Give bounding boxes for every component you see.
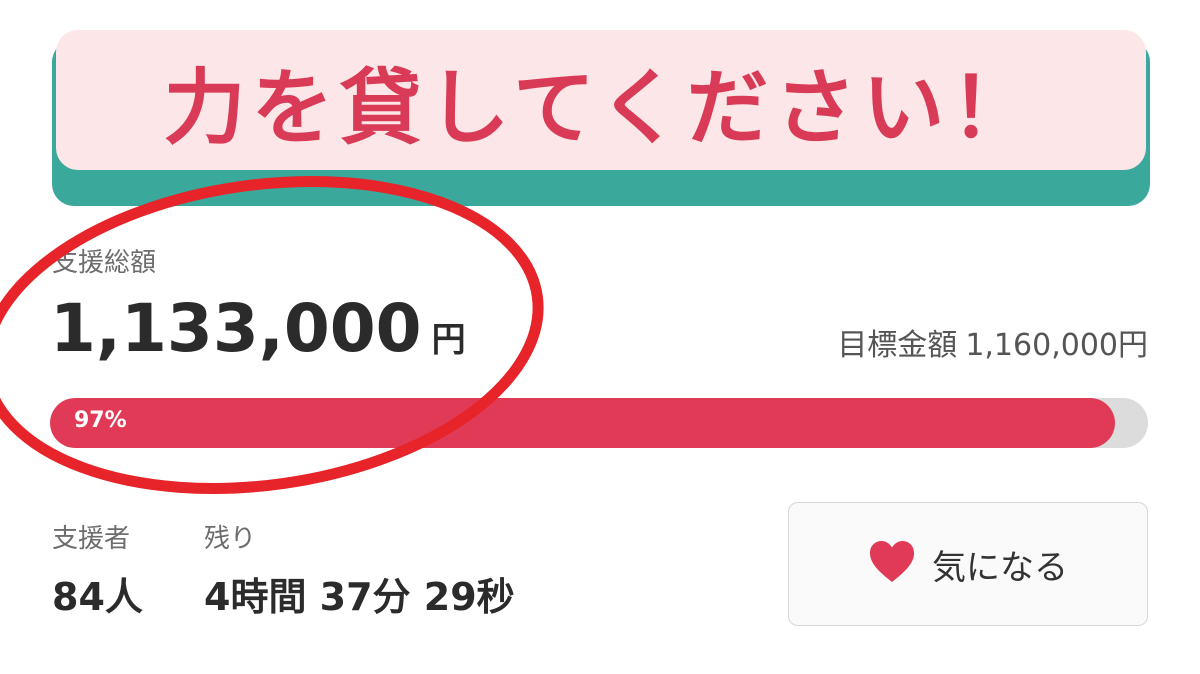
raised-amount: 1,133,000 円 [50,290,466,367]
favorite-label: 気になる [932,547,1068,588]
raised-label: 支援総額 [52,248,157,278]
heart-icon [868,540,916,588]
remaining-time: 4時間 37分 29秒 [204,575,515,619]
banner-text: 力を貸してください！ [163,60,1039,156]
raised-amount-value: 1,133,000 [50,290,422,367]
progress-fill [50,398,1116,448]
goal-label: 目標金額 [837,328,958,363]
progress-percent-label: 97% [74,408,127,433]
progress-bar: 97% [50,398,1148,448]
remaining-label: 残り [204,524,257,554]
goal-amount: 目標金額 1,160,000円 [837,320,1148,364]
goal-value: 1,160,000円 [965,328,1148,363]
raised-amount-currency: 円 [431,320,466,360]
banner-box: 力を貸してください！ [56,30,1146,170]
supporters-label: 支援者 [52,524,131,554]
supporters-value: 84人 [52,575,143,619]
favorite-button[interactable]: 気になる [788,502,1148,626]
